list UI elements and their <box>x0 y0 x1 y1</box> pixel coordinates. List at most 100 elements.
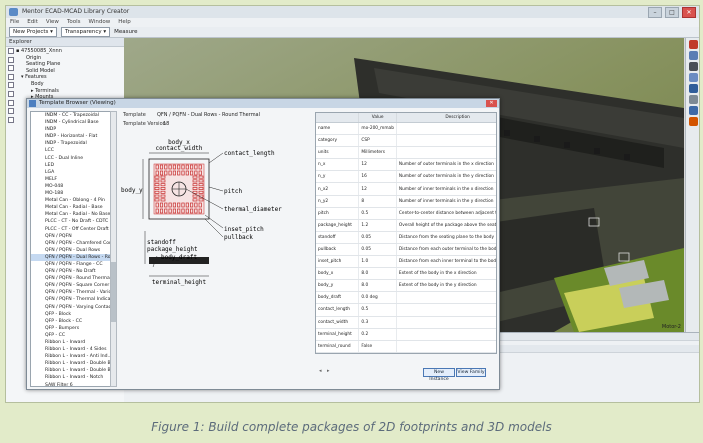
template-list-item[interactable]: Metal Can - Oblong - 4 Pin <box>31 197 111 204</box>
template-list-item[interactable]: LCC - Dual Inline <box>31 155 111 162</box>
param-value-cell[interactable]: 12 <box>358 182 397 196</box>
table-row[interactable]: terminal_round False <box>316 340 496 353</box>
table-row[interactable]: n_y 16 Number of outer terminals in the y … <box>316 170 496 184</box>
param-value-cell[interactable]: 8 <box>358 195 397 208</box>
visibility-checkbox[interactable] <box>8 99 14 106</box>
new-projects-dropdown[interactable]: New Projects ▾ <box>9 27 57 37</box>
table-row[interactable]: contact_width 0.3 <box>316 316 496 329</box>
menu-item[interactable]: File <box>10 18 19 27</box>
param-value-cell[interactable]: 16 <box>358 170 397 184</box>
template-list-item[interactable]: QFN / PQFN - Dual Rows - Ro... <box>31 253 111 261</box>
template-list-item[interactable]: MO-188 <box>31 190 111 197</box>
template-list-item[interactable]: QFN / PQFN - Square Corner T... <box>31 282 111 289</box>
template-list-item[interactable]: Ribbon L - Inward - Double B... <box>31 360 111 367</box>
tree-item[interactable]: Solid Model <box>16 68 62 75</box>
visibility-checkbox[interactable] <box>8 73 14 80</box>
template-list-item[interactable]: PLCC - CT - No Draft - CDTC <box>31 218 111 225</box>
template-list-item[interactable]: QFN / PQFN - No Draft <box>31 268 111 275</box>
column-header[interactable] <box>316 113 360 123</box>
template-list-item[interactable]: LCC <box>31 147 111 154</box>
param-value-cell[interactable]: 0.3 <box>358 316 397 329</box>
layers-icon[interactable] <box>688 95 698 104</box>
param-value-cell[interactable]: mo-200_mmab <box>358 122 397 136</box>
table-row[interactable]: thermal_packageTrue <box>316 352 496 353</box>
template-list-item[interactable]: MO-048 <box>31 183 111 190</box>
scrollbar-thumb[interactable] <box>111 262 116 322</box>
tree-item[interactable]: ▾ Features <box>16 74 62 81</box>
param-value-cell[interactable]: CSP <box>358 134 397 148</box>
template-list-item[interactable]: Ribbon L - Inward <box>31 339 111 346</box>
template-list-item[interactable]: INDP <box>31 126 111 133</box>
close-button[interactable]: ✕ <box>682 7 696 18</box>
table-row[interactable]: package_height 1.2 Overall height of the p… <box>316 219 496 232</box>
template-list-item[interactable]: Ribbon L - Inward - Double B... <box>31 367 111 374</box>
menu-item[interactable]: Edit <box>27 18 38 27</box>
template-list-scrollbar[interactable] <box>110 111 117 387</box>
fit-view-icon[interactable] <box>688 84 698 93</box>
tree-item[interactable]: Origin <box>16 55 62 62</box>
template-list-item[interactable]: QFN / PQFN - Thermal Indicator <box>31 296 111 303</box>
visibility-checkbox[interactable] <box>8 56 14 63</box>
template-list-item[interactable]: LGA <box>31 169 111 176</box>
template-list-item[interactable]: Metal Can - Radial - No Base <box>31 211 111 218</box>
visibility-checkbox[interactable] <box>8 90 14 97</box>
table-row[interactable]: pullback 0.05 Distance from each outer ter… <box>316 243 496 257</box>
template-list-item[interactable]: PLCC - CT - Off Center Draft <box>31 226 111 233</box>
template-list-item[interactable]: QFP - Block <box>31 311 111 318</box>
table-row[interactable]: name mo-200_mmab <box>316 122 496 136</box>
table-row[interactable]: body_y 8.0 Extent of the body in the y dir… <box>316 279 496 293</box>
table-row[interactable]: body_draft 0.0 deg <box>316 291 496 305</box>
template-list-item[interactable]: QFP - Bumpers <box>31 325 111 332</box>
next-arrow-icon[interactable]: ▸ <box>327 368 330 374</box>
new-instance-button[interactable]: New Instance <box>423 368 455 382</box>
template-list-item[interactable]: QFN / PQFN - Flange - CC <box>31 261 111 268</box>
table-row[interactable]: contact_length 0.5 <box>316 303 496 317</box>
template-list-item[interactable]: Ribbon L - Inward - Anti Ind... <box>31 353 111 360</box>
table-row[interactable]: n_x 12 Number of outer terminals in the x … <box>316 158 496 172</box>
template-list-item[interactable]: QFN / PQFN - Dual Rows <box>31 247 111 254</box>
template-list-item[interactable]: Ribbon L - Inward - 4 Sides <box>31 346 111 353</box>
param-value-cell[interactable]: 0.05 <box>358 231 397 244</box>
visibility-checkbox[interactable] <box>8 108 14 115</box>
param-value-cell[interactable]: 0.05 <box>358 243 397 257</box>
pan-icon[interactable] <box>688 62 698 71</box>
template-list[interactable]: INDM - CC - Trapezoidal INDM - Cylindrica… <box>30 111 112 387</box>
tree-item[interactable]: Body <box>16 81 62 88</box>
rotate-icon[interactable] <box>688 51 698 60</box>
param-value-cell[interactable]: 8.0 <box>358 267 397 281</box>
template-list-item[interactable]: INDP - Trapezoidal <box>31 140 111 147</box>
param-value-cell[interactable]: False <box>358 340 397 353</box>
template-list-item[interactable]: INDM - Cylindrical Base <box>31 119 111 126</box>
measure-button[interactable]: Measure <box>114 29 137 35</box>
tree-item[interactable]: ▪ 47550085_Xnnn <box>16 48 62 55</box>
maximize-button[interactable]: □ <box>665 7 679 18</box>
menu-item[interactable]: Tools <box>67 18 81 27</box>
table-row[interactable]: n_x2 12 Number of inner terminals in the x… <box>316 182 496 196</box>
column-header[interactable]: Value <box>358 113 397 123</box>
template-list-item[interactable]: SAW Filter 6 <box>31 382 111 386</box>
template-list-item[interactable]: QFN / PQFN - Round Thermal <box>31 275 111 282</box>
param-value-cell[interactable]: 0.5 <box>358 207 397 220</box>
transparency-dropdown[interactable]: Transparency ▾ <box>60 27 111 37</box>
template-list-item[interactable]: LED <box>31 162 111 169</box>
template-list-item[interactable]: QFN / PQFN - Thermal - Vario... <box>31 289 111 296</box>
template-list-item[interactable]: QFN / PQFN <box>31 233 111 240</box>
column-header[interactable]: Description <box>396 113 496 123</box>
zoom-icon[interactable] <box>688 73 698 82</box>
visibility-checkbox[interactable] <box>8 82 14 89</box>
param-value-cell[interactable]: 12 <box>358 158 397 172</box>
table-row[interactable]: inset_pitch 1.0 Distance from each inner t… <box>316 255 496 269</box>
template-list-item[interactable]: Ribbon L - Inward - Notch <box>31 374 111 381</box>
param-value-cell[interactable]: 1.0 <box>358 255 397 269</box>
table-row[interactable]: pitch 0.5 Center-to-center distance betwee… <box>316 207 496 220</box>
view-family-button[interactable]: View Family <box>456 368 486 377</box>
param-value-cell[interactable]: True <box>358 352 397 353</box>
template-list-item[interactable]: QFN / PQFN - Varying Contac... <box>31 304 111 311</box>
pointer-icon[interactable] <box>688 40 698 49</box>
measure-icon[interactable] <box>688 106 698 115</box>
menu-item[interactable]: Help <box>118 18 131 27</box>
param-value-cell[interactable]: 0.5 <box>358 303 397 317</box>
param-value-cell[interactable]: Millimeters <box>358 146 397 160</box>
template-list-item[interactable]: Metal Can - Radial - Base <box>31 204 111 211</box>
prev-arrow-icon[interactable]: ◂ <box>319 368 322 374</box>
